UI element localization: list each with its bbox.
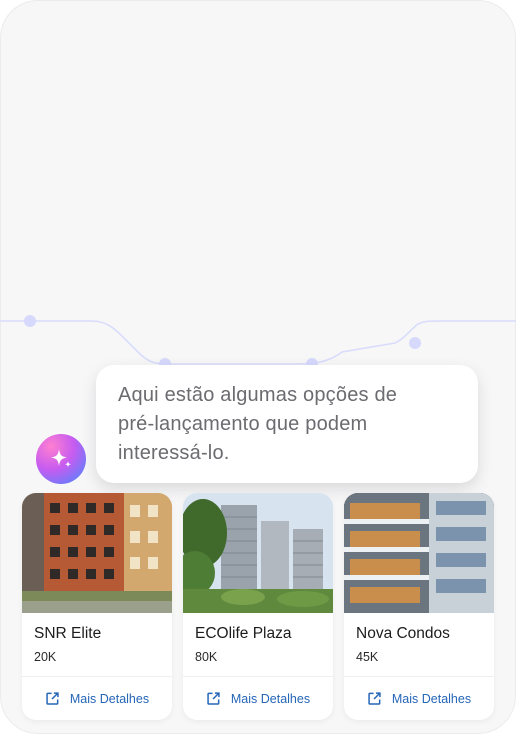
assistant-avatar xyxy=(36,434,86,484)
assistant-message-bubble: Aqui estão algumas opções de pré-lançame… xyxy=(96,365,478,483)
property-price: 80K xyxy=(195,650,218,664)
property-name: SNR Elite xyxy=(34,625,102,642)
property-photo xyxy=(183,493,333,613)
property-name: ECOlife Plaza xyxy=(195,625,292,642)
property-card[interactable]: ECOlife Plaza 80K Mais Detalhes xyxy=(183,493,333,720)
message-line-3: interessá-lo. xyxy=(118,442,230,464)
property-name: Nova Condos xyxy=(356,625,450,642)
details-label: Mais Detalhes xyxy=(69,691,150,706)
external-link-icon xyxy=(368,692,381,705)
property-price: 45K xyxy=(356,650,379,664)
app-screen: Aqui estão algumas opções de pré-lançame… xyxy=(0,0,516,734)
details-link[interactable]: Mais Detalhes xyxy=(344,677,494,720)
property-photo xyxy=(344,493,494,613)
details-label: Mais Detalhes xyxy=(230,691,311,706)
property-card[interactable]: SNR Elite 20K Mais Detalhes xyxy=(22,493,172,720)
external-link-icon xyxy=(46,692,59,705)
property-photo xyxy=(22,493,172,613)
details-link[interactable]: Mais Detalhes xyxy=(22,677,172,720)
external-link-icon xyxy=(207,692,220,705)
message-line-2: pré-lançamento que podem xyxy=(118,413,368,435)
property-price: 20K xyxy=(34,650,57,664)
message-line-1: Aqui estão algumas opções de xyxy=(118,384,398,406)
details-link[interactable]: Mais Detalhes xyxy=(183,677,333,720)
property-card[interactable]: Nova Condos 45K Mais Detalhes xyxy=(344,493,494,720)
details-label: Mais Detalhes xyxy=(391,691,472,706)
sparkle-icon xyxy=(51,449,71,468)
